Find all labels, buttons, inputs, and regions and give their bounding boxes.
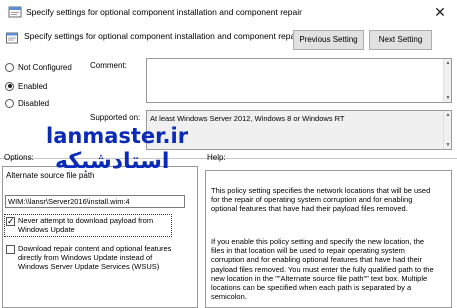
title-bar: Specify settings for optional component …	[0, 0, 457, 24]
next-setting-button[interactable]: Next Setting	[369, 30, 432, 50]
comment-textarea[interactable]: ▲ ▼	[146, 58, 452, 103]
help-paragraph: If you enable this policy setting and sp…	[211, 237, 434, 302]
help-label: Help:	[207, 153, 226, 162]
comment-scrollbar[interactable]: ▲ ▼	[443, 59, 451, 102]
radio-label: Disabled	[18, 98, 50, 108]
policy-settings-icon	[6, 32, 18, 44]
radio-not-configured[interactable]: Not Configured	[5, 61, 72, 73]
close-button[interactable]: ✕	[431, 3, 449, 21]
download-from-wu-label: Download repair content and optional fea…	[18, 244, 172, 271]
radio-dot[interactable]	[5, 98, 14, 108]
help-paragraph: This policy setting specifies the networ…	[211, 186, 431, 214]
options-pane: Alternate source file path WIM:\\lansr\S…	[2, 166, 198, 308]
radio-label: Enabled	[18, 81, 48, 91]
scroll-up-arrow-icon[interactable]: ▲	[444, 59, 452, 67]
policy-settings-icon	[8, 6, 22, 18]
supported-on-value: At least Windows Server 2012, Windows 8 …	[150, 114, 345, 123]
watermark-text: استادشبکه	[55, 149, 170, 174]
radio-enabled[interactable]: Enabled	[5, 80, 47, 92]
radio-label: Not Configured	[18, 62, 72, 72]
supported-on-box: At least Windows Server 2012, Windows 8 …	[146, 110, 452, 150]
watermark-text: lanmaster.ir	[46, 124, 189, 148]
dialog-header: Specify settings for optional component …	[0, 24, 457, 57]
scroll-down-arrow-icon[interactable]: ▼	[444, 94, 452, 102]
help-pane: This policy setting specifies the networ…	[205, 170, 452, 308]
radio-disabled[interactable]: Disabled	[5, 97, 49, 109]
radio-dot-selected[interactable]	[5, 81, 14, 91]
scroll-down-arrow-icon[interactable]: ▼	[444, 141, 452, 149]
download-from-wu-checkbox[interactable]	[6, 245, 15, 254]
close-icon: ✕	[434, 4, 446, 20]
never-download-checkbox[interactable]	[6, 215, 15, 227]
radio-dot[interactable]	[5, 62, 14, 72]
never-download-label: Never attempt to download payload from W…	[18, 216, 154, 234]
supported-on-label: Supported on:	[90, 113, 141, 122]
window-title: Specify settings for optional component …	[26, 7, 302, 17]
options-label: Options:	[4, 153, 34, 162]
scroll-up-arrow-icon[interactable]: ▲	[444, 111, 452, 119]
supported-scrollbar[interactable]: ▲ ▼	[443, 111, 451, 149]
previous-setting-button[interactable]: Previous Setting	[293, 30, 364, 50]
alternate-source-input[interactable]: WIM:\\lansr\Server2016\install.wim:4	[5, 195, 185, 208]
setting-title: Specify settings for optional component …	[24, 31, 300, 41]
comment-label: Comment:	[90, 61, 127, 70]
